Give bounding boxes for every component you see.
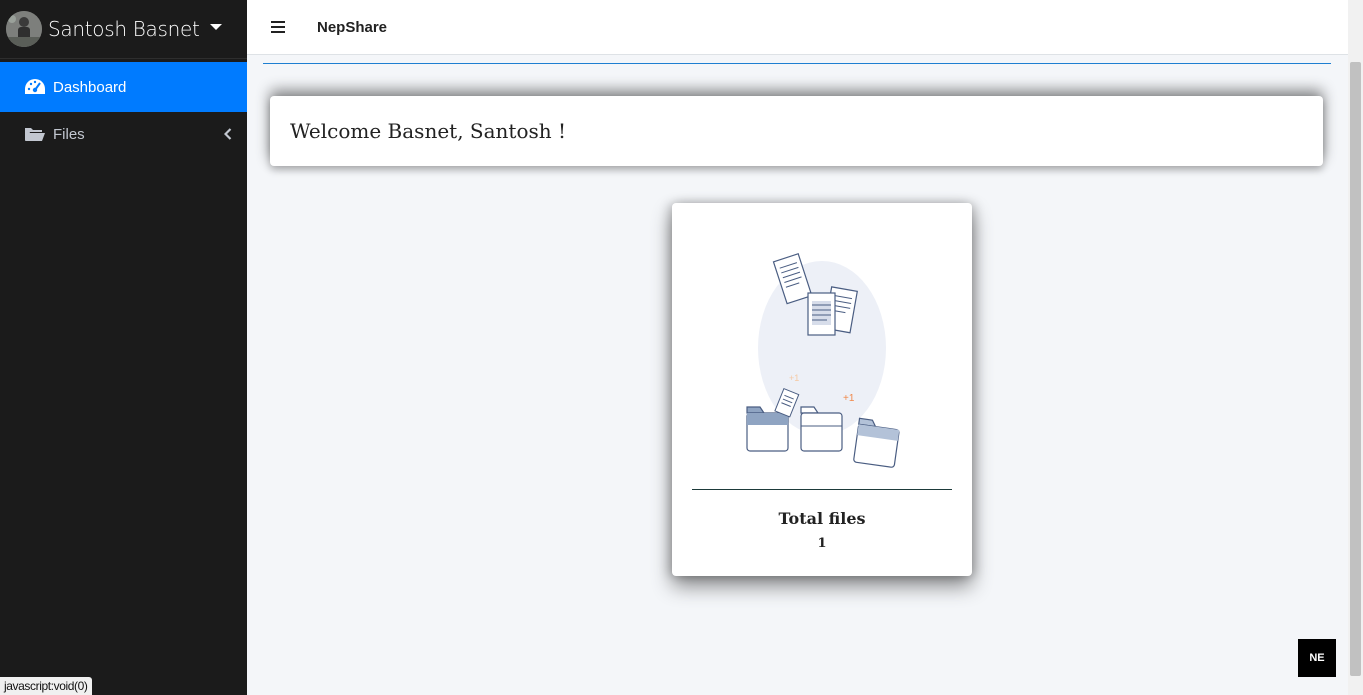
page-scrollbar[interactable] bbox=[1348, 0, 1363, 695]
sidebar-item-label: Dashboard bbox=[53, 78, 127, 96]
brand-link[interactable]: NepShare bbox=[317, 19, 387, 36]
tachometer-icon bbox=[24, 78, 46, 96]
plus-one-label: +1 bbox=[843, 393, 855, 404]
user-name[interactable]: Santosh Basnet bbox=[48, 17, 200, 41]
welcome-card: Welcome Basnet, Santosh ! bbox=[270, 96, 1323, 166]
hamburger-icon[interactable] bbox=[271, 18, 285, 36]
chevron-left-icon[interactable] bbox=[223, 127, 232, 144]
welcome-message: Welcome Basnet, Santosh ! bbox=[290, 119, 567, 143]
sidebar-nav: Dashboard Files bbox=[0, 62, 247, 159]
sidebar-item-dashboard[interactable]: Dashboard bbox=[0, 62, 247, 112]
card-divider bbox=[692, 489, 952, 490]
main-content: Welcome Basnet, Santosh ! +1 +1 Total fi… bbox=[247, 55, 1348, 695]
total-files-title: Total files bbox=[778, 509, 866, 528]
total-files-card[interactable]: +1 +1 Total files 1 bbox=[672, 203, 972, 576]
plus-one-label: +1 bbox=[789, 373, 799, 383]
sidebar-item-label: Files bbox=[53, 125, 85, 143]
corner-badge[interactable]: NE bbox=[1298, 639, 1336, 677]
sidebar: Santosh Basnet Dashboard Files bbox=[0, 0, 247, 695]
total-files-count: 1 bbox=[817, 536, 827, 551]
scrollbar-thumb[interactable] bbox=[1350, 62, 1361, 676]
files-illustration: +1 +1 bbox=[742, 243, 902, 473]
folder-open-icon bbox=[24, 125, 46, 143]
sidebar-item-files[interactable]: Files bbox=[0, 109, 247, 159]
divider bbox=[263, 63, 1331, 64]
top-navbar: NepShare bbox=[247, 0, 1348, 55]
avatar[interactable] bbox=[6, 11, 42, 47]
browser-status-bar: javascript:void(0) bbox=[0, 677, 92, 695]
user-panel[interactable]: Santosh Basnet bbox=[0, 0, 247, 59]
caret-down-icon[interactable] bbox=[209, 24, 222, 30]
